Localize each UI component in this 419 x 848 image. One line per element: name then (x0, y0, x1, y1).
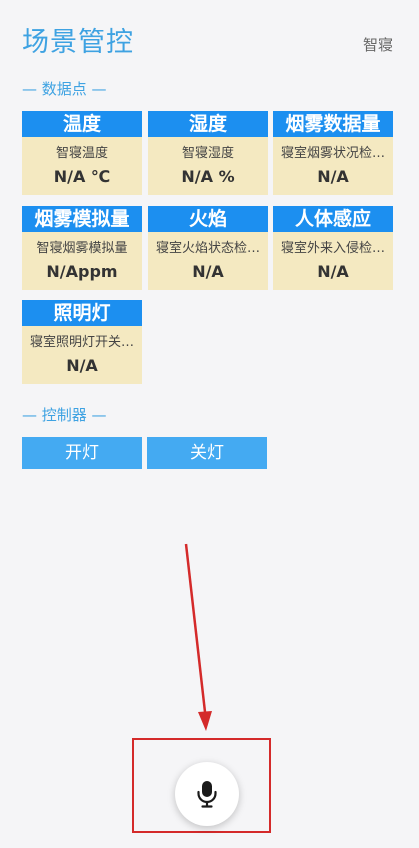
data-card-smoke-analog[interactable]: 烟雾模拟量 智寝烟雾模拟量 N/Appm (22, 206, 142, 290)
card-description: 寝室照明灯开关… (29, 335, 134, 350)
data-card-humidity[interactable]: 湿度 智寝湿度 N/A % (148, 111, 268, 195)
card-title: 照明灯 (22, 300, 142, 326)
card-title: 火焰 (148, 206, 268, 232)
card-title: 人体感应 (273, 206, 393, 232)
microphone-icon (197, 781, 217, 808)
section-title-data-points: — 数据点 — (22, 80, 107, 98)
card-description: 智寝温度 (55, 146, 108, 161)
data-card-temperature[interactable]: 温度 智寝温度 N/A ℃ (22, 111, 142, 195)
data-card-flame[interactable]: 火焰 寝室火焰状态检… N/A (148, 206, 268, 290)
data-card-smoke-data[interactable]: 烟雾数据量 寝室烟雾状况检… N/A (273, 111, 393, 195)
card-title: 烟雾数据量 (273, 111, 393, 137)
card-value: N/A (66, 356, 98, 375)
card-value: N/A (317, 167, 349, 186)
card-description: 寝室烟雾状况检… (280, 146, 385, 161)
light-on-button[interactable]: 开灯 (22, 437, 142, 469)
card-title: 湿度 (148, 111, 268, 137)
card-value: N/A (192, 262, 224, 281)
page-title: 场景管控 (22, 27, 134, 58)
card-description: 智寝烟雾模拟量 (36, 241, 128, 256)
card-title: 温度 (22, 111, 142, 137)
card-description: 智寝湿度 (181, 146, 234, 161)
header: 场景管控 智寝 (0, 0, 419, 70)
section-title-controllers: — 控制器 — (22, 406, 107, 424)
data-card-body-sensor[interactable]: 人体感应 寝室外来入侵检… N/A (273, 206, 393, 290)
card-value: N/A (317, 262, 349, 281)
scene-name[interactable]: 智寝 (363, 34, 393, 55)
card-value: N/A ℃ (53, 167, 111, 186)
light-off-button[interactable]: 关灯 (147, 437, 267, 469)
card-value: N/A % (181, 167, 235, 186)
card-title: 烟雾模拟量 (22, 206, 142, 232)
card-value: N/Appm (46, 262, 118, 281)
voice-input-button[interactable] (175, 762, 239, 826)
card-description: 寝室火焰状态检… (155, 241, 260, 256)
card-description: 寝室外来入侵检… (280, 241, 385, 256)
data-card-lighting[interactable]: 照明灯 寝室照明灯开关… N/A (22, 300, 142, 384)
